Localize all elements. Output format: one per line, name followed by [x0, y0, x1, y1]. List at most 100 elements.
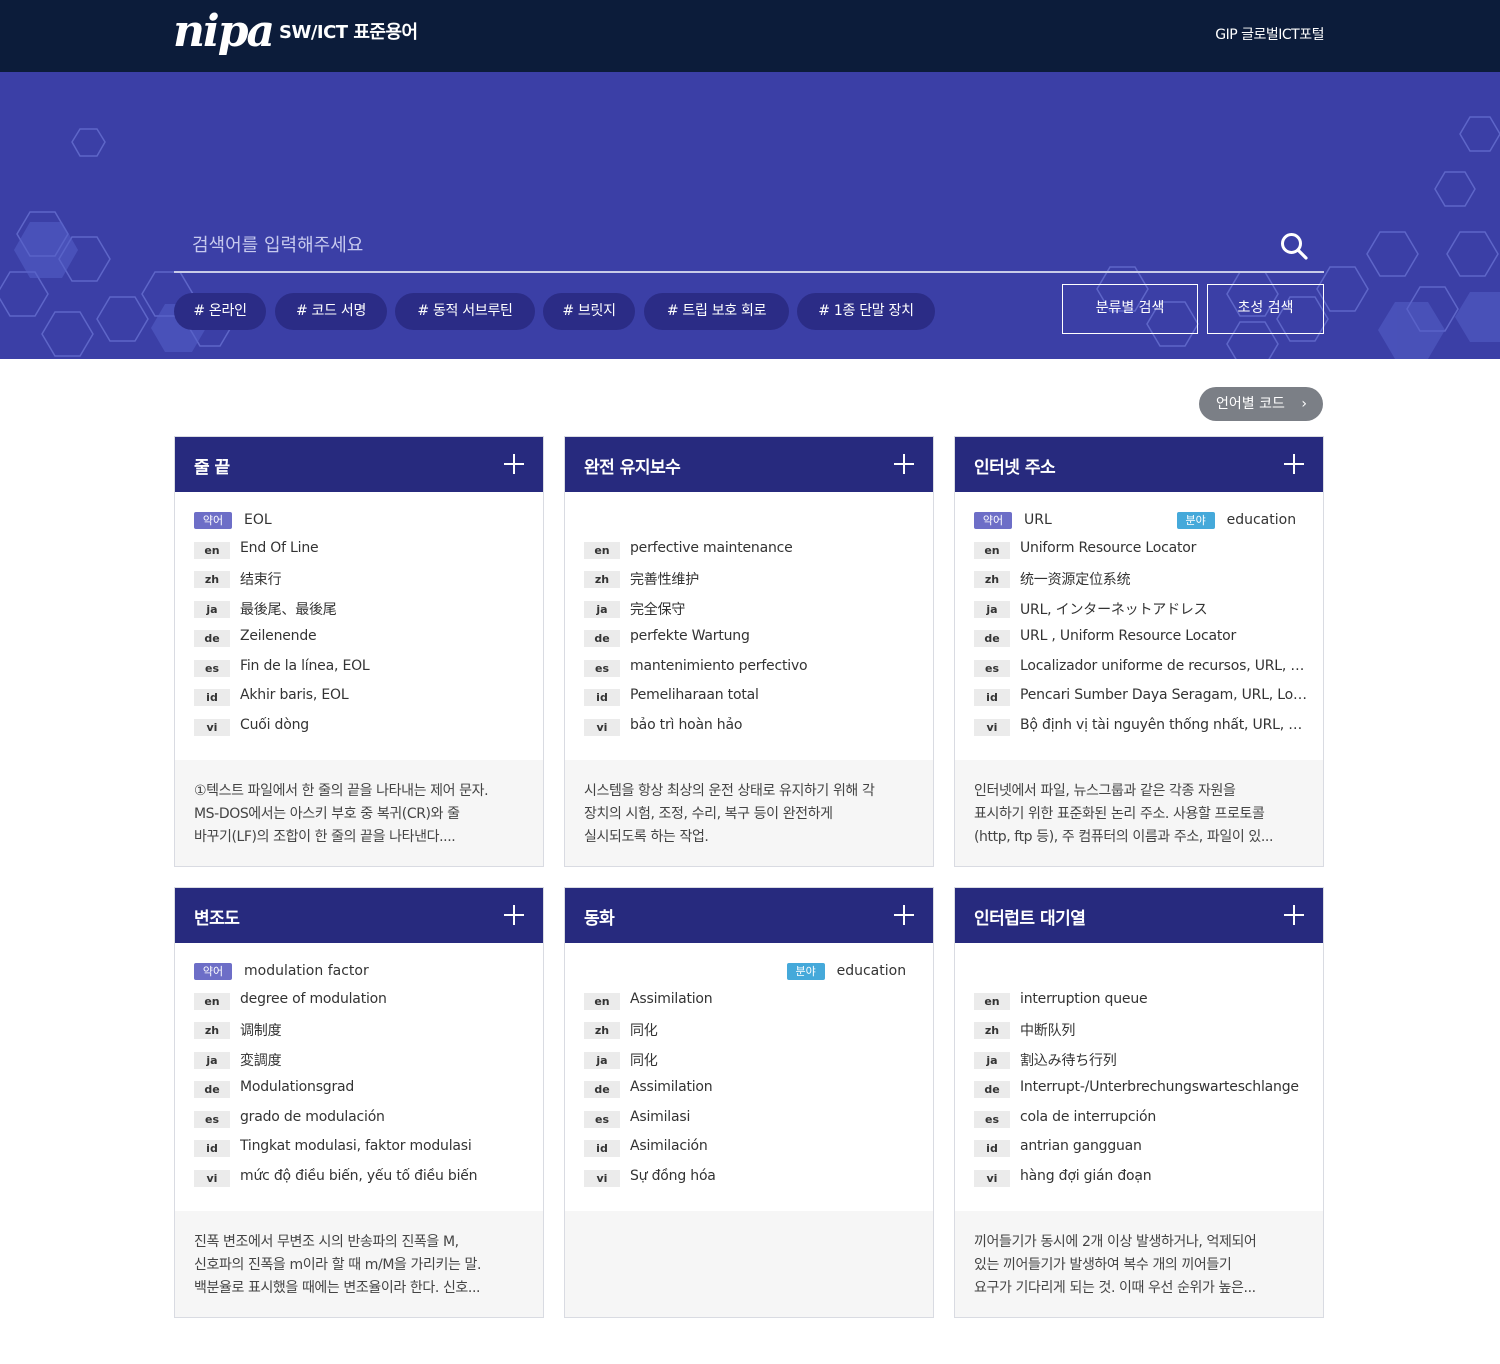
translation-row: vi Bộ định vị tài nguyên thống nhất, URL,…	[974, 716, 1314, 736]
abbr-badge: 약어	[974, 512, 1012, 529]
site-title[interactable]: SW/ICT 표준용어	[279, 18, 418, 44]
lang-code-badge: vi	[194, 719, 230, 736]
card-header[interactable]: 동화	[565, 888, 933, 943]
translated-term: 完善性维护	[630, 572, 699, 588]
translation-row: id Pemeliharaan total	[584, 686, 924, 706]
translation-row: vi hàng đợi gián đoạn	[974, 1167, 1314, 1187]
search-icon[interactable]	[1280, 232, 1308, 260]
term-card[interactable]: 줄 끝 약어 EOL en End Of Line zh 结束行 ja 最後尾、最後尾 de Zei…	[174, 436, 544, 867]
card-header[interactable]: 인터넷 주소	[955, 437, 1323, 492]
category-search-button[interactable]: 분류별 검색	[1062, 284, 1198, 334]
lang-code-badge: en	[974, 993, 1010, 1010]
tag-item[interactable]: # 온라인	[174, 293, 266, 330]
search-bar	[174, 212, 1324, 273]
translation-row: zh 同化	[584, 1019, 924, 1039]
translated-term: Assimilation	[630, 991, 713, 1007]
translated-term: Bộ định vị tài nguyên thống nhất, URL, Đ…	[1020, 717, 1310, 733]
lang-code-badge: ja	[584, 601, 620, 618]
card-header[interactable]: 완전 유지보수	[565, 437, 933, 492]
translation-row: ja 完全保守	[584, 598, 924, 618]
lang-code-badge: zh	[584, 571, 620, 588]
card-header[interactable]: 인터럽트 대기열	[955, 888, 1323, 943]
translation-row: zh 中断队列	[974, 1019, 1314, 1039]
translation-row: ja 最後尾、最後尾	[194, 598, 534, 618]
term-title[interactable]: 동화	[584, 904, 615, 929]
translated-term: Asimilación	[630, 1138, 708, 1154]
translated-term: perfekte Wartung	[630, 628, 750, 644]
abbr-value: URL	[1024, 512, 1052, 528]
translation-row: en perfective maintenance	[584, 539, 924, 559]
translated-term: URL , Uniform Resource Locator	[1020, 628, 1237, 644]
translated-term: 完全保守	[630, 602, 686, 618]
translation-row: vi mức độ điều biến, yếu tố điều biến	[194, 1167, 534, 1187]
lang-code-badge: vi	[194, 1170, 230, 1187]
translation-row: de URL , Uniform Resource Locator	[974, 627, 1314, 647]
plus-icon[interactable]	[894, 905, 914, 925]
card-header[interactable]: 줄 끝	[175, 437, 543, 492]
term-title[interactable]: 변조도	[194, 904, 240, 929]
translated-term: perfective maintenance	[630, 540, 793, 556]
abbr-field-row: 약어 modulation factor	[194, 961, 524, 983]
lang-code-badge: zh	[974, 571, 1010, 588]
plus-icon[interactable]	[1284, 905, 1304, 925]
term-title[interactable]: 완전 유지보수	[584, 453, 681, 478]
translated-term: interruption queue	[1020, 991, 1148, 1007]
tag-item[interactable]: # 코드 서명	[275, 293, 387, 330]
lang-code-badge: id	[974, 1140, 1010, 1157]
lang-code-badge: zh	[194, 1022, 230, 1039]
field-badge: 분야	[1176, 512, 1215, 529]
lang-code-badge: de	[194, 1081, 230, 1098]
translated-term: 変調度	[240, 1053, 282, 1069]
plus-icon[interactable]	[504, 454, 524, 474]
term-card[interactable]: 인터럽트 대기열 en interruption queue zh 中断队列 ja 割込み待…	[954, 887, 1324, 1318]
tag-item[interactable]: # 트립 보호 회로	[644, 293, 789, 330]
term-title[interactable]: 인터럽트 대기열	[974, 904, 1086, 929]
lang-code-badge: id	[194, 1140, 230, 1157]
translation-row: vi Sự đồng hóa	[584, 1167, 924, 1187]
tag-item[interactable]: # 동적 서브루틴	[395, 293, 535, 330]
term-title[interactable]: 줄 끝	[194, 453, 230, 478]
language-code-button[interactable]: 언어별 코드 ›	[1199, 387, 1323, 421]
tag-item[interactable]: # 브릿지	[543, 293, 635, 330]
translated-term: Cuối dòng	[240, 717, 309, 733]
term-description: ①텍스트 파일에서 한 줄의 끝을 나타내는 제어 문자. MS-DOS에서는 …	[175, 760, 543, 866]
gip-portal-link[interactable]: GIP 글로벌ICT포털	[1215, 24, 1324, 44]
translated-term: Akhir baris, EOL	[240, 687, 349, 703]
translated-term: Pencari Sumber Daya Seragam, URL, Locali…	[1020, 687, 1310, 703]
translation-row: en Uniform Resource Locator	[974, 539, 1314, 559]
translated-term: Localizador uniforme de recursos, URL, P…	[1020, 658, 1310, 674]
translated-term: 中断队列	[1020, 1023, 1076, 1039]
translation-row: es Asimilasi	[584, 1108, 924, 1128]
field-value: education	[1226, 512, 1297, 528]
term-card[interactable]: 완전 유지보수 en perfective maintenance zh 完善性维护 ja…	[564, 436, 934, 867]
translation-row: en interruption queue	[974, 990, 1314, 1010]
tag-item[interactable]: # 1종 단말 장치	[797, 293, 935, 330]
lang-code-badge: de	[584, 630, 620, 647]
lang-code-badge: en	[974, 542, 1010, 559]
card-header[interactable]: 변조도	[175, 888, 543, 943]
plus-icon[interactable]	[504, 905, 524, 925]
nipa-logo[interactable]: nipa	[173, 8, 275, 56]
translated-term: 结束行	[240, 572, 282, 588]
term-card[interactable]: 인터넷 주소약어 URL 분야 education en Uniform Resource…	[954, 436, 1324, 867]
translation-row: es Fin de la línea, EOL	[194, 657, 534, 677]
term-description: 인터넷에서 파일, 뉴스그룹과 같은 각종 자원을 표시하기 위한 표준화된 논…	[955, 760, 1323, 866]
plus-icon[interactable]	[894, 454, 914, 474]
search-input[interactable]	[192, 230, 1252, 260]
translation-row: es cola de interrupción	[974, 1108, 1314, 1128]
plus-icon[interactable]	[1284, 454, 1304, 474]
term-title[interactable]: 인터넷 주소	[974, 453, 1056, 478]
lang-code-badge: en	[194, 993, 230, 1010]
translated-term: antrian gangguan	[1020, 1138, 1142, 1154]
term-card[interactable]: 변조도 약어 modulation factor en degree of modula…	[174, 887, 544, 1318]
lang-code-badge: vi	[974, 719, 1010, 736]
abbr-badge: 약어	[194, 963, 232, 980]
lang-code-badge: de	[974, 1081, 1010, 1098]
translated-term: 同化	[630, 1023, 658, 1039]
term-card[interactable]: 동화 분야 education en Assimilation zh 同化 ja 同化 de Ass…	[564, 887, 934, 1318]
abbr-field-row: 약어 URL 분야 education	[974, 510, 1304, 532]
translated-term: Zeilenende	[240, 628, 317, 644]
translation-row: id Akhir baris, EOL	[194, 686, 534, 706]
initial-consonant-search-button[interactable]: 초성 검색	[1207, 284, 1324, 334]
term-description: 시스템을 항상 최상의 운전 상태로 유지하기 위해 각 장치의 시험, 조정,…	[565, 760, 933, 866]
